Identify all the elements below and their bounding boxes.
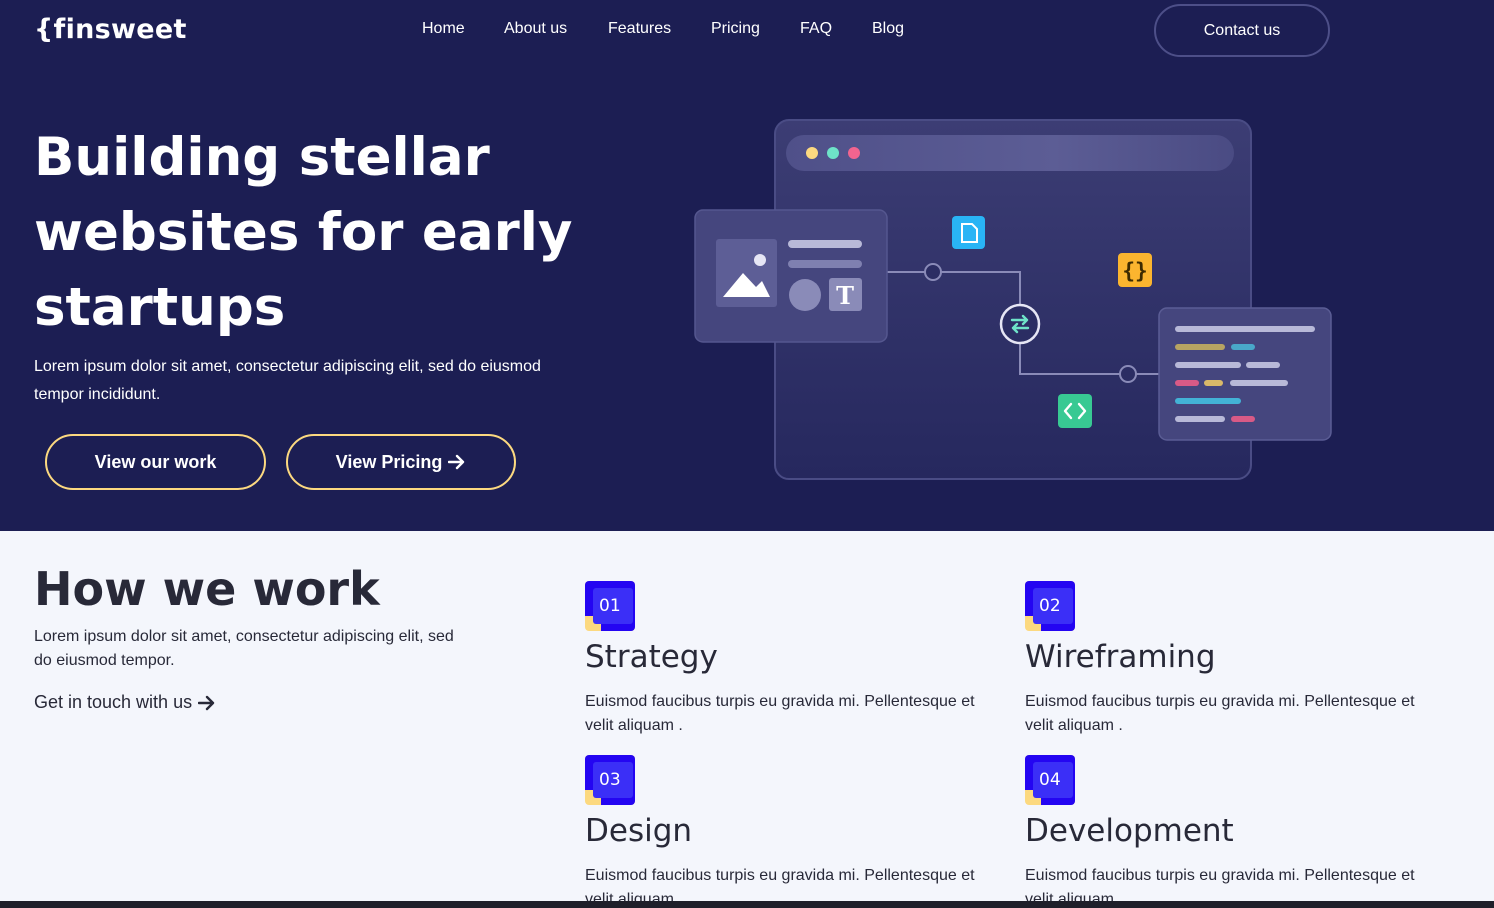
horizontal-scrollbar[interactable] xyxy=(0,901,1494,908)
step-number: 03 xyxy=(593,762,633,798)
text-line xyxy=(788,240,862,248)
step-card-wireframing: 02 Wireframing Euismod faucibus turpis e… xyxy=(1025,581,1445,738)
step-name: Development xyxy=(1025,813,1234,849)
window-dot-teal xyxy=(827,147,839,159)
nav-item-faq[interactable]: FAQ xyxy=(800,20,832,38)
step-name: Wireframing xyxy=(1025,639,1216,675)
step-number-badge: 03 xyxy=(585,755,635,805)
nav-item-features[interactable]: Features xyxy=(608,20,671,38)
step-number: 01 xyxy=(593,588,633,624)
section-description: Lorem ipsum dolor sit amet, consectetur … xyxy=(34,628,454,669)
window-dot-pink xyxy=(848,147,860,159)
step-description: Euismod faucibus turpis eu gravida mi. P… xyxy=(585,693,975,734)
step-name: Design xyxy=(585,813,693,849)
connector-node xyxy=(924,263,942,281)
contact-us-button[interactable]: Contact us xyxy=(1154,4,1330,57)
step-name: Strategy xyxy=(585,639,718,675)
connector-node-2 xyxy=(1119,365,1137,383)
view-pricing-button[interactable]: View Pricing xyxy=(286,434,516,490)
get-in-touch-label: Get in touch with us xyxy=(34,692,193,712)
sync-icon xyxy=(999,303,1041,345)
view-our-work-label: View our work xyxy=(94,451,217,472)
step-card-development: 04 Development Euismod faucibus turpis e… xyxy=(1025,755,1445,908)
nav-item-home[interactable]: Home xyxy=(422,20,465,38)
step-number: 04 xyxy=(1033,762,1073,798)
code-icon xyxy=(1058,394,1092,428)
get-in-touch-link[interactable]: Get in touch with us xyxy=(34,692,216,713)
view-pricing-label: View Pricing xyxy=(335,451,443,472)
view-our-work-button[interactable]: View our work xyxy=(45,434,266,490)
step-card-strategy: 01 Strategy Euismod faucibus turpis eu g… xyxy=(585,581,1005,738)
hero-illustration: T {} xyxy=(694,119,1332,480)
hero-section: {finsweet Home About us Features Pricing… xyxy=(0,0,1494,531)
step-description: Euismod faucibus turpis eu gravida mi. P… xyxy=(1025,693,1415,734)
arrow-right-icon xyxy=(198,695,215,710)
brand-logo[interactable]: {finsweet xyxy=(34,14,187,45)
code-braces-icon: {} xyxy=(1118,253,1152,287)
step-number-badge: 02 xyxy=(1025,581,1075,631)
nav-item-pricing[interactable]: Pricing xyxy=(711,20,760,38)
nav-item-blog[interactable]: Blog xyxy=(872,20,904,38)
step-number: 02 xyxy=(1033,588,1073,624)
nav-item-about[interactable]: About us xyxy=(504,20,567,38)
step-card-design: 03 Design Euismod faucibus turpis eu gra… xyxy=(585,755,1005,908)
hero-subtitle: Lorem ipsum dolor sit amet, consectetur … xyxy=(34,358,541,403)
text-line-2 xyxy=(788,260,862,268)
hero-title: Building stellar websites for early star… xyxy=(34,127,573,338)
window-dot-yellow xyxy=(806,147,818,159)
step-number-badge: 01 xyxy=(585,581,635,631)
svg-text:{}: {} xyxy=(1122,259,1147,283)
arrow-right-icon xyxy=(448,454,465,470)
shape-circle xyxy=(789,279,821,311)
step-number-badge: 04 xyxy=(1025,755,1075,805)
svg-text:T: T xyxy=(836,281,854,310)
image-icon xyxy=(716,239,777,307)
section-title: How we work xyxy=(34,562,380,616)
text-icon: T xyxy=(829,278,862,311)
file-icon xyxy=(952,216,985,249)
